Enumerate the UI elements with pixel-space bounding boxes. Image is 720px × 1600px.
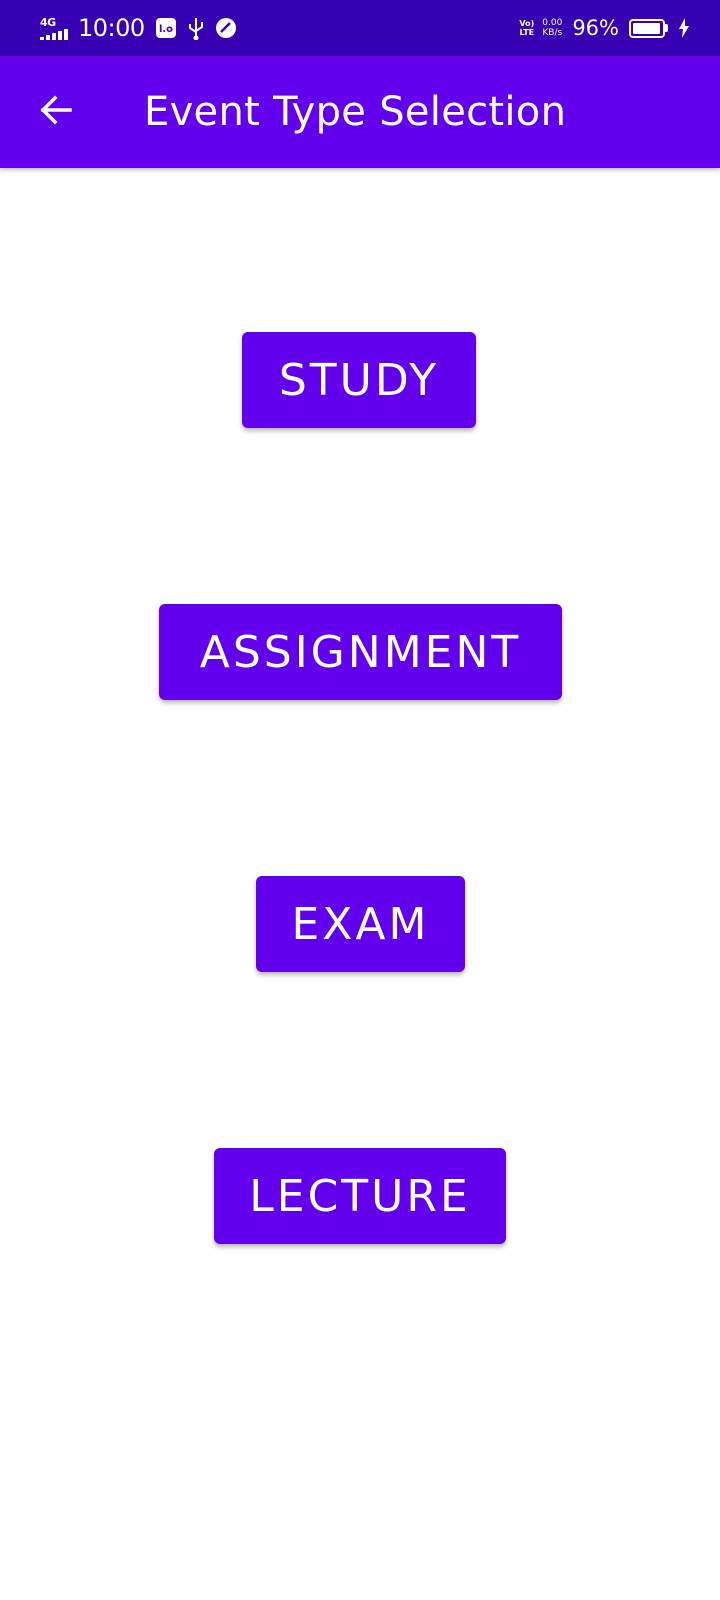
usb-icon <box>187 16 205 40</box>
volte-indicator: Vo) LTE <box>519 19 534 37</box>
arrow-left-icon <box>38 92 74 132</box>
network-speed: 0.00 KB/s <box>542 18 562 38</box>
speed-unit: KB/s <box>542 28 563 38</box>
lte-label: LTE <box>519 28 535 37</box>
battery-icon <box>629 18 668 38</box>
status-bar-left: 4G 10:00 l.o <box>40 14 247 42</box>
volte-label: Vo) <box>519 19 535 28</box>
app-bar: Event Type Selection <box>0 56 720 168</box>
charging-bolt-icon <box>678 18 690 38</box>
study-button[interactable]: STUDY <box>242 332 476 428</box>
signal-bars-icon <box>40 28 70 40</box>
clock: 10:00 <box>78 14 145 42</box>
signal-indicator: 4G <box>40 17 70 40</box>
data-saver-icon <box>215 17 237 39</box>
page-title: Event Type Selection <box>144 89 567 135</box>
back-button[interactable] <box>28 84 84 140</box>
status-bar: 4G 10:00 l.o Vo) LTE 0.00 KB/s 96% <box>0 0 720 56</box>
exam-button[interactable]: EXAM <box>256 876 465 972</box>
speed-value: 0.00 <box>542 18 563 28</box>
notification-app-icon: l.o <box>155 17 177 39</box>
lecture-button[interactable]: LECTURE <box>214 1148 506 1244</box>
status-bar-right: Vo) LTE 0.00 KB/s 96% <box>519 16 690 40</box>
battery-percent: 96% <box>572 16 619 40</box>
assignment-button[interactable]: ASSIGNMENT <box>159 604 562 700</box>
svg-text:l.o: l.o <box>159 24 173 35</box>
network-type: 4G <box>40 15 56 29</box>
